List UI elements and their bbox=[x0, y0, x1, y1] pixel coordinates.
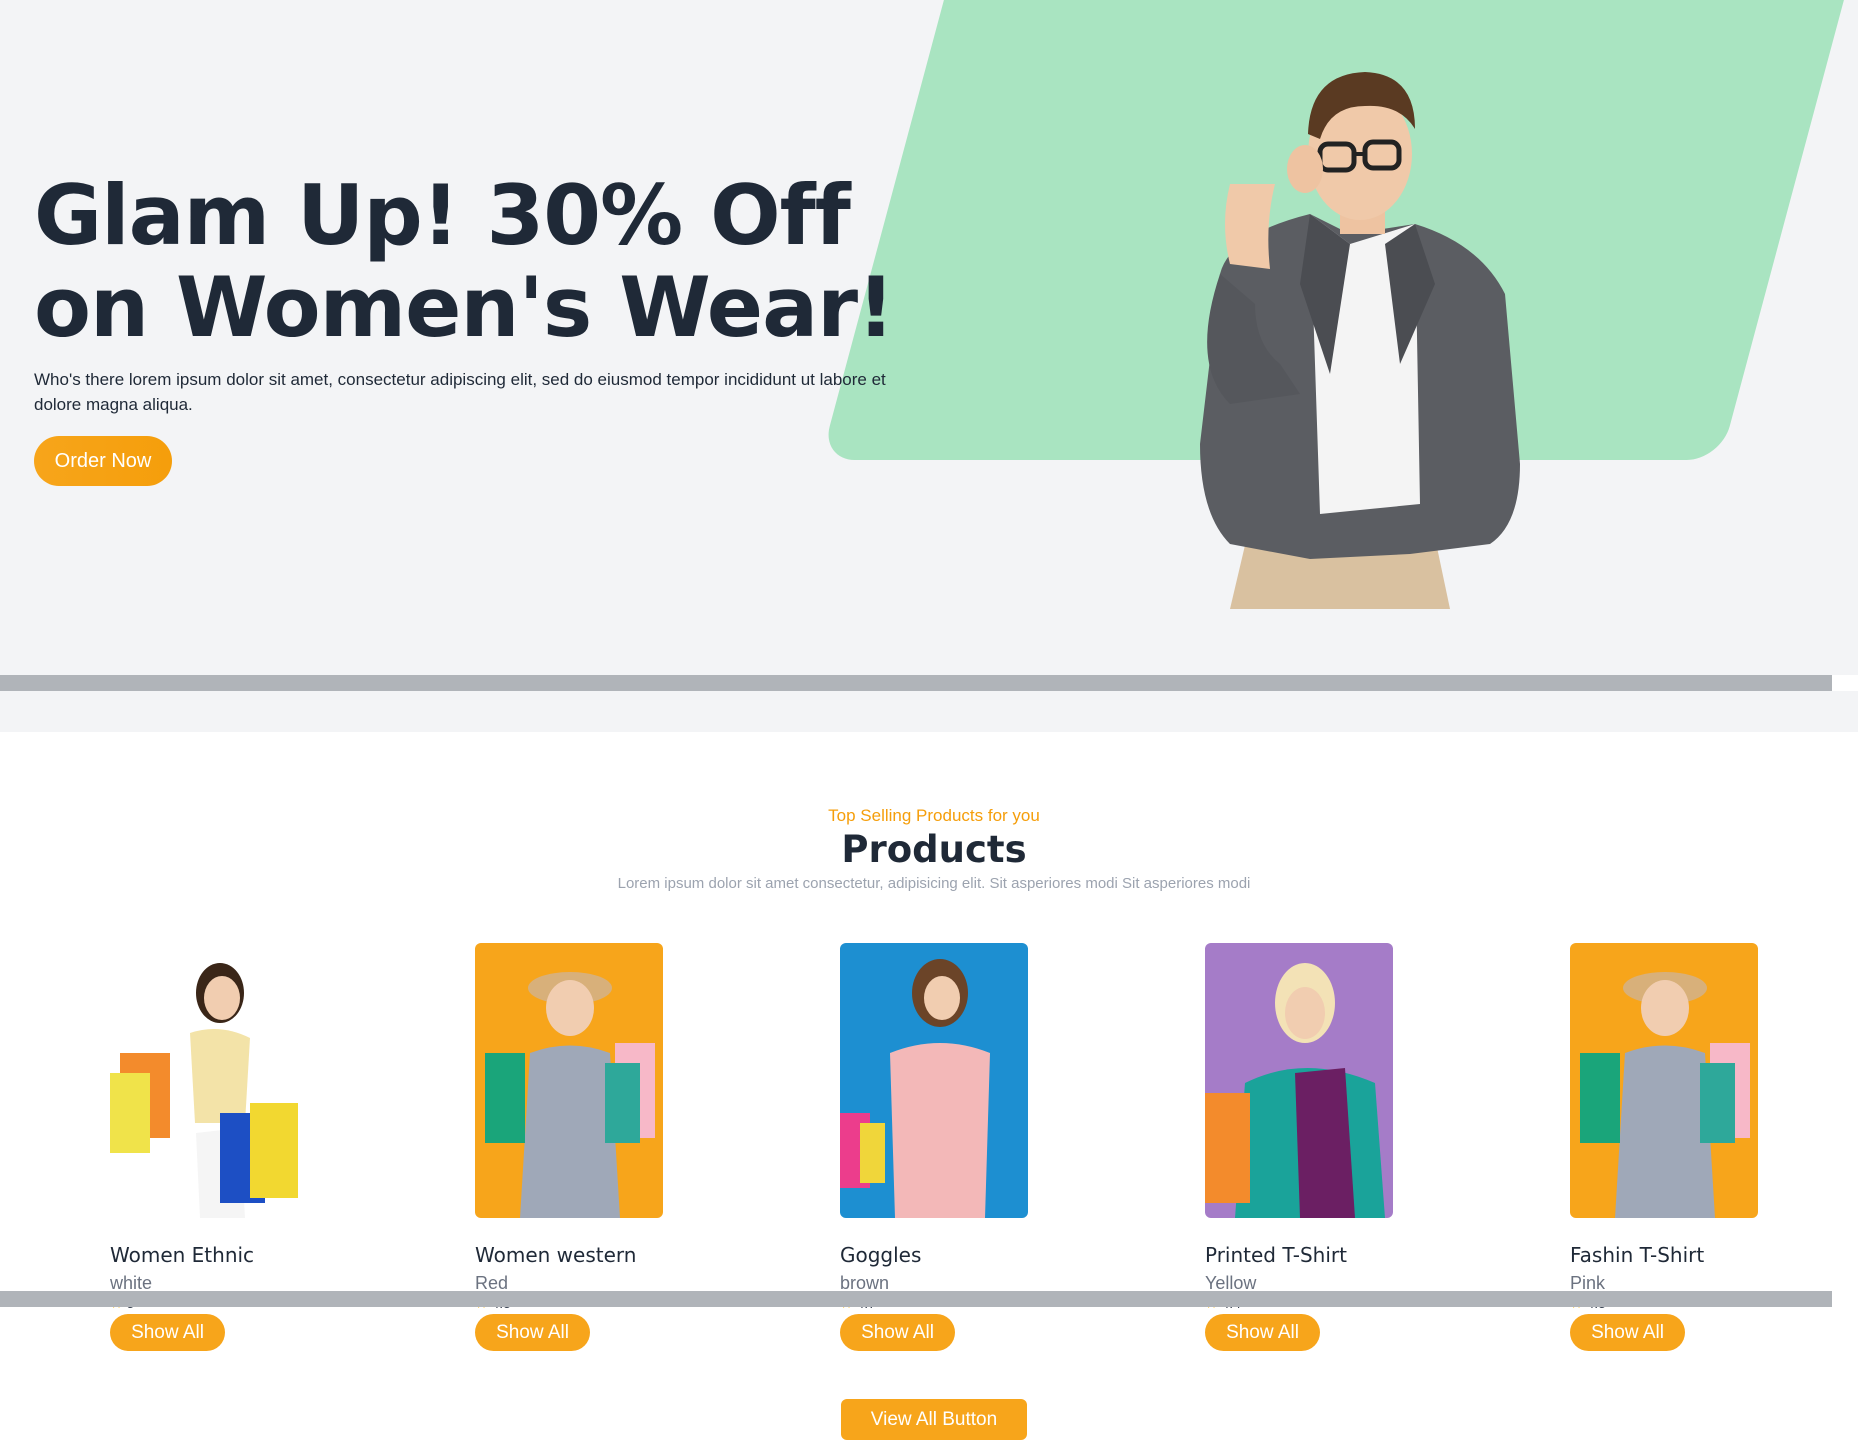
show-all-button[interactable]: Show All bbox=[1570, 1314, 1685, 1351]
products-description: Lorem ipsum dolor sit amet consectetur, … bbox=[617, 875, 1251, 892]
show-all-button[interactable]: Show All bbox=[475, 1314, 590, 1351]
horizontal-scrollbar[interactable] bbox=[0, 1291, 1832, 1307]
horizontal-scrollbar[interactable] bbox=[0, 675, 1832, 691]
hero-title: Glam Up! 30% Off on Women's Wear! bbox=[34, 167, 895, 356]
hero-section: Glam Up! 30% Off on Women's Wear! Who's … bbox=[0, 0, 1858, 675]
product-image bbox=[110, 963, 298, 1218]
product-card[interactable]: Printed T-Shirt Yellow ★ 4.4 Show All bbox=[1205, 943, 1395, 1351]
hero-model-image bbox=[1200, 72, 1520, 609]
product-image bbox=[1570, 943, 1758, 1218]
order-now-button[interactable]: Order Now bbox=[34, 436, 172, 486]
product-name: Women Ethnic bbox=[110, 1243, 255, 1267]
product-card[interactable]: Women Ethnic white ★ 5 Show All bbox=[110, 943, 300, 1351]
hero-description: Who's there lorem ipsum dolor sit amet, … bbox=[34, 370, 886, 414]
product-card[interactable]: Fashin T-Shirt Pink ★ 4.5 Show All bbox=[1570, 943, 1760, 1351]
show-all-button[interactable]: Show All bbox=[110, 1314, 225, 1351]
product-name: Women western bbox=[475, 1243, 637, 1267]
product-name: Goggles bbox=[840, 1243, 922, 1267]
product-card[interactable]: Goggles brown ★ 4.7 Show All bbox=[840, 943, 1030, 1351]
show-all-button[interactable]: Show All bbox=[840, 1314, 955, 1351]
products-subtitle: Top Selling Products for you bbox=[828, 806, 1040, 825]
section-divider bbox=[0, 691, 1858, 732]
product-image bbox=[1205, 943, 1393, 1218]
products-title: Products bbox=[841, 828, 1027, 871]
product-card[interactable]: Women western Red ★ 4.5 Show All bbox=[475, 943, 665, 1351]
product-name: Printed T-Shirt bbox=[1205, 1243, 1347, 1267]
view-all-button[interactable]: View All Button bbox=[841, 1399, 1027, 1440]
show-all-button[interactable]: Show All bbox=[1205, 1314, 1320, 1351]
product-image bbox=[475, 943, 663, 1218]
product-name: Fashin T-Shirt bbox=[1570, 1243, 1705, 1267]
product-image bbox=[840, 943, 1028, 1218]
